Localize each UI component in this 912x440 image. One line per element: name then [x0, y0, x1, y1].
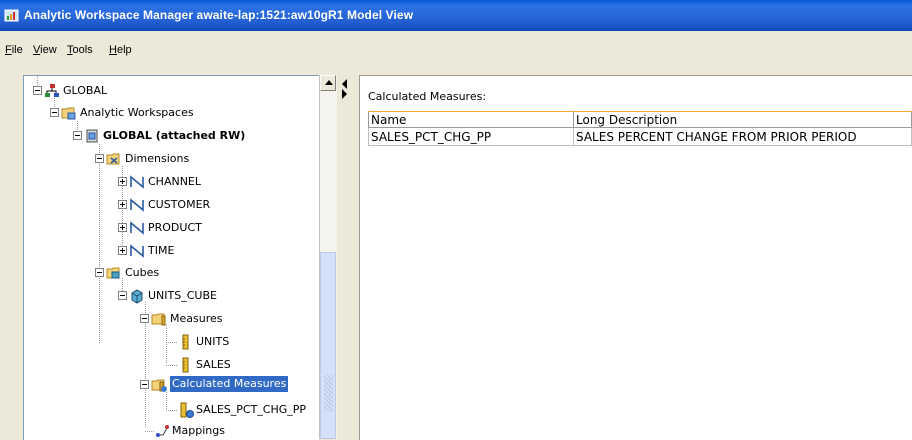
tree-node-product[interactable]: PRODUCT [24, 219, 224, 237]
measure-icon [182, 334, 189, 350]
tree-node-workspace[interactable]: GLOBAL (attached RW) [24, 127, 304, 145]
menu-view[interactable]: View [33, 44, 57, 56]
tree-label: Measures [170, 312, 223, 325]
tree-node-cubes[interactable]: Cubes [24, 264, 224, 282]
measures-folder-icon [151, 313, 166, 326]
tree-label: SALES_PCT_CHG_PP [196, 403, 307, 416]
tree-label: CHANNEL [148, 175, 202, 188]
tree-label: PRODUCT [148, 221, 202, 234]
column-header-long-description[interactable]: Long Description [573, 111, 912, 128]
tree-line [166, 365, 178, 366]
collapse-right-icon[interactable] [342, 89, 347, 99]
table-cell-long-description[interactable]: SALES PERCENT CHANGE FROM PRIOR PERIOD [573, 128, 912, 146]
tree-scrollbar[interactable] [319, 75, 337, 439]
database-icon [86, 129, 98, 143]
collapse-toggle[interactable] [33, 86, 42, 95]
detail-panel: Calculated Measures: Name Long Descripti… [359, 75, 912, 440]
tree-label: GLOBAL (attached RW) [103, 129, 246, 142]
tree-label: SALES [196, 358, 231, 371]
tree-node-measures[interactable]: Measures [24, 310, 224, 328]
collapse-toggle[interactable] [73, 131, 82, 140]
tree-line [145, 431, 155, 432]
tree-line [166, 342, 178, 343]
dimension-icon [130, 198, 144, 212]
navigator-tree[interactable]: GLOBAL Analytic Workspaces GLOBAL (attac… [23, 75, 319, 440]
dimensions-folder-icon [106, 153, 120, 165]
title-bar: Analytic Workspace Manager awaite-lap:15… [0, 0, 912, 31]
calculated-measures-folder-icon [151, 379, 167, 392]
collapse-toggle[interactable] [50, 108, 59, 117]
menu-file[interactable]: File [5, 44, 23, 56]
table-cell-name[interactable]: SALES_PCT_CHG_PP [368, 128, 574, 146]
cube-icon [131, 289, 143, 304]
arrow-up-icon [325, 80, 333, 85]
tree-label: CUSTOMER [148, 198, 211, 211]
expand-toggle[interactable] [118, 246, 127, 255]
expand-toggle[interactable] [118, 200, 127, 209]
collapse-toggle[interactable] [140, 380, 149, 389]
tree-label: TIME [148, 244, 175, 257]
tree-label: UNITS_CUBE [148, 289, 217, 302]
collapse-toggle[interactable] [118, 291, 127, 300]
scroll-thumb[interactable] [320, 252, 336, 439]
tree-node-analytic-workspaces[interactable]: Analytic Workspaces [24, 104, 244, 122]
tree-label: Dimensions [125, 152, 190, 165]
dimension-icon [130, 221, 144, 235]
tree-label: Analytic Workspaces [80, 106, 194, 119]
tree-node-dimensions[interactable]: Dimensions [24, 150, 224, 168]
window-title: Analytic Workspace Manager awaite-lap:15… [24, 8, 414, 22]
tree-label: Mappings [172, 424, 225, 437]
grip-icon [324, 375, 333, 411]
collapse-toggle[interactable] [95, 268, 104, 277]
tree-label: Calculated Measures [170, 376, 289, 392]
tree-label: UNITS [196, 335, 230, 348]
expand-toggle[interactable] [118, 223, 127, 232]
tree-node-channel[interactable]: CHANNEL [24, 173, 224, 191]
tree-node-units-cube[interactable]: UNITS_CUBE [24, 287, 224, 305]
dimension-icon [130, 175, 144, 189]
tree-node-time[interactable]: TIME [24, 242, 224, 260]
folder-icon [61, 107, 76, 120]
column-header-name[interactable]: Name [368, 111, 574, 128]
collapse-left-icon[interactable] [342, 79, 347, 89]
tree-line [166, 410, 178, 411]
detail-caption: Calculated Measures: [368, 90, 487, 103]
menu-tools[interactable]: Tools [67, 44, 93, 56]
tree-label: Cubes [125, 266, 160, 279]
scroll-up-button[interactable] [320, 75, 336, 91]
collapse-toggle[interactable] [95, 154, 104, 163]
tree-node-global[interactable]: GLOBAL [24, 82, 144, 100]
measure-icon [182, 357, 189, 373]
calculated-measure-icon [180, 402, 194, 418]
collapse-toggle[interactable] [140, 314, 149, 323]
tree-node-sales[interactable]: SALES [24, 356, 231, 374]
menu-help[interactable]: Help [109, 44, 132, 56]
tree-node-customer[interactable]: CUSTOMER [24, 196, 224, 214]
expand-toggle[interactable] [118, 177, 127, 186]
dimension-icon [130, 244, 144, 258]
tree-label: GLOBAL [63, 84, 108, 97]
mappings-icon [156, 425, 169, 437]
tree-node-sales-pct-chg-pp[interactable]: SALES_PCT_CHG_PP [24, 401, 319, 419]
app-icon [4, 9, 19, 22]
menu-bar: File View Tools Help [0, 41, 912, 61]
connection-icon [45, 84, 59, 97]
split-pane-divider[interactable] [337, 75, 359, 439]
cubes-folder-icon [106, 267, 120, 279]
tree-node-mappings[interactable]: Mappings [24, 422, 225, 440]
tree-node-calculated-measures[interactable]: Calculated Measures [24, 376, 314, 394]
tree-node-units[interactable]: UNITS [24, 333, 229, 351]
